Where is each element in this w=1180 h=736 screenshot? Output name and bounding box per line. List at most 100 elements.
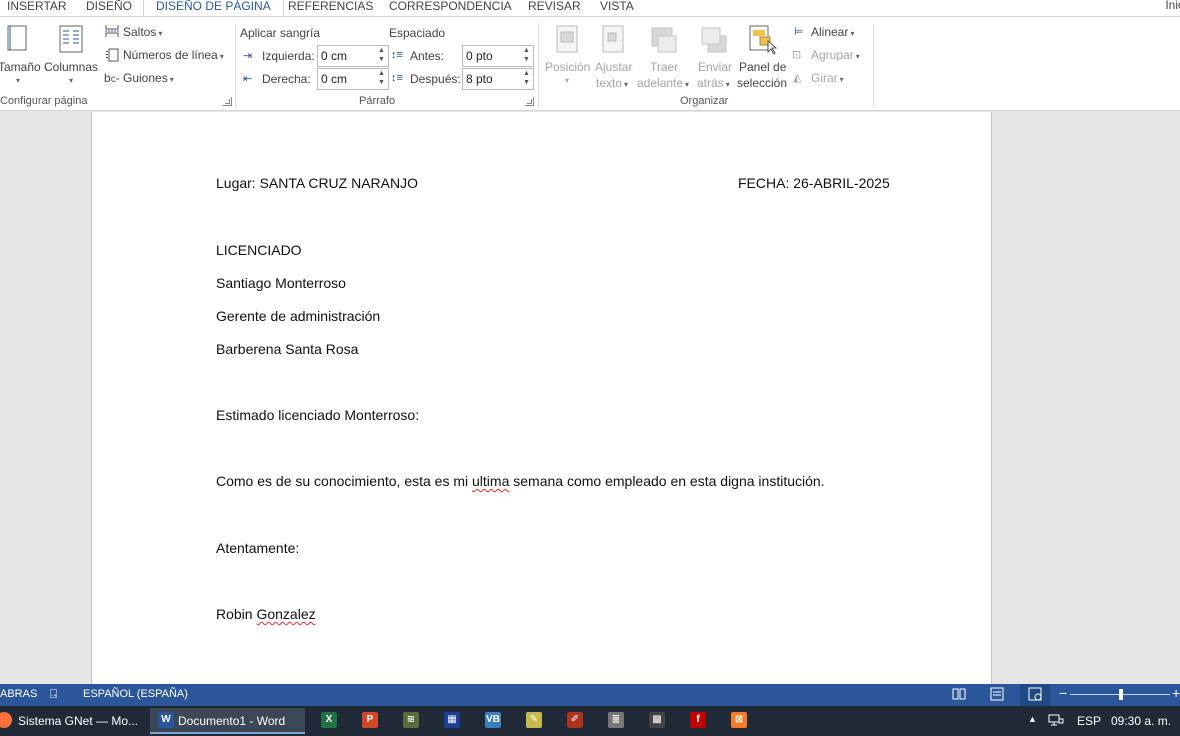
- wrap-text-button[interactable]: Ajustar: [595, 60, 632, 74]
- signature-first: Robin: [216, 606, 257, 622]
- align-button[interactable]: Alinear ▾: [811, 25, 854, 39]
- indent-right-field[interactable]: 0 cm ▲ ▼: [317, 68, 389, 90]
- pattern-app-icon[interactable]: ▩: [649, 712, 665, 728]
- chevron-down-icon: ▾: [725, 80, 730, 89]
- filezilla-icon[interactable]: f: [690, 712, 706, 728]
- spacing-before-field[interactable]: 0 pto ▲ ▼: [462, 45, 534, 67]
- tab-diseno[interactable]: DISEÑO: [86, 0, 132, 16]
- zoom-out-icon[interactable]: −: [1059, 685, 1067, 701]
- spinner-arrows-icon[interactable]: ▲ ▼: [523, 69, 531, 87]
- spelling-error[interactable]: ultima: [472, 473, 509, 489]
- taskbar-firefox[interactable]: Sistema GNet — Mo...: [0, 708, 146, 734]
- read-mode-icon[interactable]: [952, 687, 966, 704]
- ribbon: Tamaño ▾ Columnas ▾ Saltos ▾ Números de l…: [0, 16, 1180, 111]
- tab-diseno-de-pagina[interactable]: DISEÑO DE PÁGINA: [143, 0, 284, 16]
- chevron-down-icon: ▾: [839, 75, 844, 84]
- editor-icon[interactable]: ✐: [567, 712, 583, 728]
- tab-correspondencia[interactable]: CORRESPONDENCIA: [389, 0, 512, 16]
- xampp-icon[interactable]: ⊠: [731, 712, 747, 728]
- tab-vista[interactable]: VISTA: [600, 0, 634, 16]
- web-layout-icon[interactable]: [1020, 684, 1050, 706]
- spacing-after-field[interactable]: 8 pto ▲ ▼: [462, 68, 534, 90]
- selection-pane-button[interactable]: Panel de: [739, 60, 786, 74]
- print-layout-icon[interactable]: [990, 687, 1004, 704]
- spacing-before-value: 0 pto: [466, 49, 493, 63]
- wrap-text-line2: texto: [596, 76, 623, 90]
- visual-basic-icon[interactable]: VB: [485, 712, 501, 728]
- rotate-button[interactable]: Girar ▾: [811, 71, 844, 85]
- document-page[interactable]: Lugar: SANTA CRUZ NARANJO FECHA: 26-ABRI…: [91, 112, 992, 684]
- word-count[interactable]: ABRAS: [0, 688, 37, 700]
- chevron-down-icon: ▾: [850, 29, 855, 38]
- database-icon[interactable]: ≣: [608, 712, 624, 728]
- chevron-down-icon: ▾: [855, 52, 860, 61]
- size-icon[interactable]: [4, 25, 30, 57]
- group-label: Agrupar: [811, 48, 854, 62]
- rotate-label: Girar: [811, 71, 838, 85]
- spacing-after-value: 8 pto: [466, 72, 493, 86]
- zoom-in-icon[interactable]: +: [1172, 685, 1180, 701]
- page-setup-launcher-icon[interactable]: [223, 97, 232, 106]
- date-line: FECHA: 26-ABRIL-2025: [738, 175, 890, 191]
- line-numbers-label: Números de línea: [123, 48, 218, 62]
- tools-icon[interactable]: ≋: [403, 712, 419, 728]
- paragraph-launcher-icon[interactable]: [525, 97, 534, 106]
- breaks-button[interactable]: Saltos ▾: [123, 25, 162, 39]
- tab-revisar[interactable]: REVISAR: [528, 0, 581, 16]
- selection-pane-line2: selección: [737, 76, 788, 90]
- spinner-arrows-icon[interactable]: ▲ ▼: [378, 69, 386, 87]
- hyphenation-button[interactable]: Guiones ▾: [123, 71, 174, 85]
- powerpoint-icon[interactable]: P: [362, 712, 378, 728]
- send-backward-button[interactable]: Enviar: [698, 60, 732, 74]
- spinner-arrows-icon[interactable]: ▲ ▼: [378, 46, 386, 64]
- selection-pane-icon: [748, 25, 778, 55]
- columns-button[interactable]: Columnas: [44, 60, 98, 74]
- sign-in-link[interactable]: Inic: [1165, 0, 1180, 12]
- body-text-a: Como es de su conocimiento, esta es mi: [216, 473, 473, 489]
- zoom-slider-thumb[interactable]: [1119, 689, 1123, 700]
- proofing-icon[interactable]: ⍈: [50, 687, 57, 702]
- spacing-heading: Espaciado: [389, 26, 446, 40]
- size-dropdown-icon[interactable]: ▾: [16, 76, 20, 85]
- tab-referencias[interactable]: REFERENCIAS: [288, 0, 373, 16]
- tab-insertar[interactable]: INSERTAR: [7, 0, 67, 16]
- input-language[interactable]: ESP: [1077, 714, 1101, 728]
- firefox-icon: [0, 712, 12, 728]
- excel-icon[interactable]: X: [321, 712, 337, 728]
- spacing-after-label: Después:: [410, 72, 461, 86]
- indent-right-icon: ⇤: [243, 73, 253, 85]
- closing: Atentamente:: [216, 540, 300, 556]
- position-dropdown-icon[interactable]: ▾: [565, 76, 569, 85]
- align-icon: ⊨: [794, 26, 804, 38]
- body-text-b: semana como empleado en esta digna insti…: [509, 473, 825, 489]
- sql-icon[interactable]: ▦: [444, 712, 460, 728]
- size-button[interactable]: Tamaño: [0, 60, 41, 74]
- spinner-arrows-icon[interactable]: ▲ ▼: [523, 46, 531, 64]
- page-setup-group-label: Configurar página: [0, 95, 88, 107]
- greeting: Estimado licenciado Monterroso:: [216, 407, 420, 423]
- taskbar-word[interactable]: W Documento1 - Word: [150, 708, 305, 734]
- chevron-down-icon: ▾: [158, 29, 163, 38]
- columns-dropdown-icon[interactable]: ▾: [69, 76, 73, 85]
- indent-left-field[interactable]: 0 cm ▲ ▼: [317, 45, 389, 67]
- line-numbers-icon: [105, 48, 119, 62]
- hyphenation-icon: bc‑: [104, 71, 120, 85]
- group-button[interactable]: Agrupar ▾: [811, 48, 860, 62]
- line-numbers-button[interactable]: Números de línea ▾: [123, 48, 224, 62]
- indent-right-value: 0 cm: [321, 72, 348, 86]
- indent-left-icon: ⇥: [243, 50, 253, 62]
- recipient-title: LICENCIADO: [216, 242, 302, 258]
- columns-icon[interactable]: [58, 25, 84, 57]
- wrap-text-icon: [601, 25, 625, 55]
- network-icon[interactable]: [1048, 713, 1064, 730]
- show-hidden-icons-icon[interactable]: ▲: [1028, 714, 1037, 724]
- notepad-icon[interactable]: ✎: [526, 712, 542, 728]
- bring-forward-button[interactable]: Traer: [650, 60, 678, 74]
- spelling-error[interactable]: Gonzalez: [256, 606, 315, 622]
- clock[interactable]: 09:30 a. m.: [1111, 714, 1171, 728]
- document-area[interactable]: Lugar: SANTA CRUZ NARANJO FECHA: 26-ABRI…: [0, 112, 1180, 684]
- ribbon-tabs: INSERTAR DISEÑO DISEÑO DE PÁGINA REFEREN…: [0, 0, 1180, 16]
- hyphenation-label: Guiones: [123, 71, 168, 85]
- position-button[interactable]: Posición: [545, 60, 590, 74]
- language-indicator[interactable]: ESPAÑOL (ESPAÑA): [83, 688, 188, 700]
